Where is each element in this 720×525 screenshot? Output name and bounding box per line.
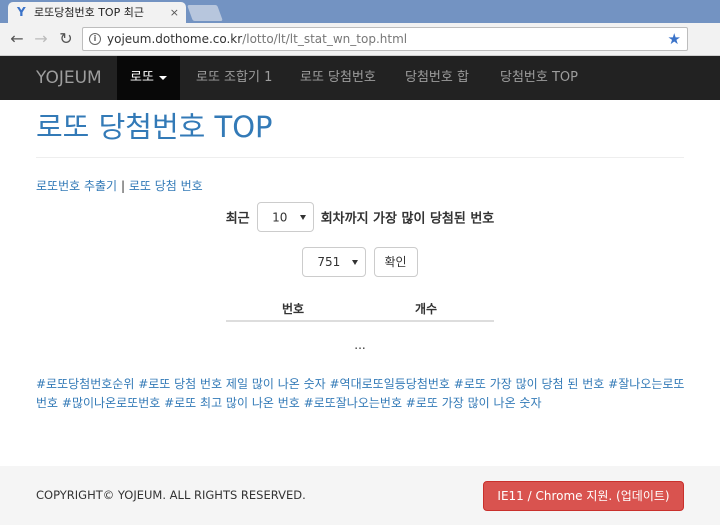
address-bar[interactable]: i yojeum.dothome.co.kr/lotto/lt/lt_stat_… — [82, 27, 688, 51]
nav-item-winning-numbers[interactable]: 로또 당첨번호 — [300, 56, 376, 100]
round-count-value: 10 — [272, 210, 288, 225]
hashtag-text: #로또당첨번호순위 #로또 당첨 번호 제일 많이 나온 숫자 #역대로또일등당… — [36, 377, 685, 410]
caret-down-icon — [158, 75, 167, 80]
back-arrow-icon[interactable]: ← — [6, 28, 28, 50]
copyright-text: COPYRIGHT© YOJEUM. ALL RIGHTS RESERVED. — [36, 488, 306, 502]
chevron-down-icon — [352, 260, 359, 265]
draw-select-row: 751 확인 — [0, 247, 720, 277]
forward-arrow-icon[interactable]: → — [30, 28, 52, 50]
confirm-button[interactable]: 확인 — [373, 247, 418, 277]
browser-support-update-button[interactable]: IE11 / Chrome 지원. (업데이트) — [483, 481, 684, 511]
result-table: 번호 개수 — [226, 294, 494, 322]
round-prefix-label: 최근 — [225, 211, 250, 227]
title-divider — [36, 157, 684, 158]
column-header-number: 번호 — [282, 302, 305, 316]
site-favicon-icon: Y — [17, 5, 26, 19]
round-count-select[interactable]: 10 — [257, 202, 315, 232]
info-icon[interactable]: i — [89, 33, 101, 45]
tab-close-icon[interactable]: × — [170, 2, 179, 23]
browser-tabstrip: Y 로또당첨번호 TOP 최근 × — [0, 0, 720, 23]
table-placeholder: ... — [354, 338, 366, 352]
brand-logo[interactable]: YOJEUM — [36, 56, 102, 100]
nav-item-top-numbers[interactable]: 당첨번호 TOP — [500, 56, 578, 100]
page-title: 로또 당첨번호 TOP — [36, 110, 273, 144]
bookmark-star-icon[interactable]: ★ — [668, 28, 681, 50]
reload-icon[interactable]: ↻ — [55, 28, 77, 50]
round-filter-row: 최근 10 회차까지 가장 많이 당첨된 번호 — [0, 202, 720, 232]
nav-item-number-sum[interactable]: 당첨번호 합 — [405, 56, 469, 100]
url-domain: yojeum.dothome.co.kr — [107, 32, 243, 46]
site-navbar: YOJEUM 로또 로또 조합기 1 로또 당첨번호 당첨번호 합 당첨번호 T… — [0, 56, 720, 100]
page-footer: COPYRIGHT© YOJEUM. ALL RIGHTS RESERVED. … — [0, 466, 720, 525]
browser-tab[interactable]: Y 로또당첨번호 TOP 최근 × — [8, 2, 186, 23]
link-bar: 로또번호 추출기 | 로또 당첨 번호 — [36, 177, 203, 194]
chevron-down-icon — [300, 215, 307, 220]
table-header-row: 번호 개수 — [226, 294, 494, 322]
round-suffix-label: 회차까지 가장 많이 당첨된 번호 — [320, 211, 495, 227]
tab-title: 로또당첨번호 TOP 최근 — [34, 6, 144, 19]
winning-numbers-link[interactable]: 로또 당첨 번호 — [129, 179, 203, 193]
draw-number-value: 751 — [317, 255, 341, 269]
nav-item-lotto-dropdown[interactable]: 로또 — [117, 56, 180, 100]
link-separator: | — [120, 179, 125, 193]
draw-number-select[interactable]: 751 — [302, 247, 367, 277]
column-header-count: 개수 — [415, 302, 438, 316]
lotto-generator-link[interactable]: 로또번호 추출기 — [36, 179, 117, 193]
nav-item-label: 로또 — [130, 70, 154, 85]
new-tab-button[interactable] — [187, 5, 223, 21]
nav-item-combiner[interactable]: 로또 조합기 1 — [196, 56, 272, 100]
browser-toolbar: ← → ↻ i yojeum.dothome.co.kr/lotto/lt/lt… — [0, 23, 720, 56]
url-path: /lotto/lt/lt_stat_wn_top.html — [242, 32, 408, 46]
